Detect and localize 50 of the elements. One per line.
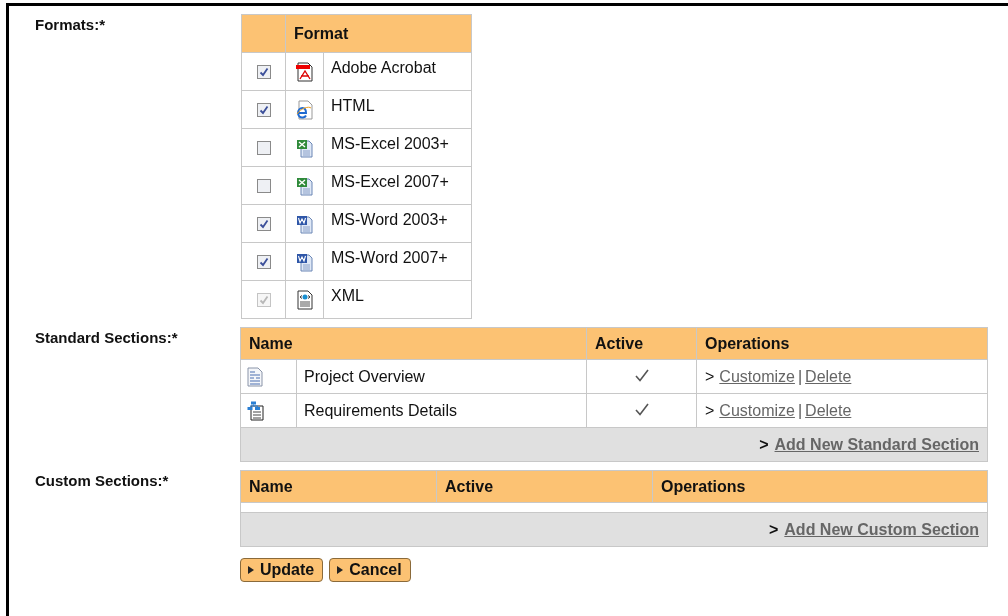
section-name: Requirements Details <box>296 393 587 428</box>
play-arrow-icon <box>248 566 254 574</box>
checkbox[interactable] <box>256 103 271 118</box>
field-label: Custom Sections:* <box>34 471 170 491</box>
field-label: Standard Sections:* <box>34 328 179 348</box>
link-separator: | <box>797 401 803 419</box>
link-prefix: > <box>759 435 769 454</box>
format-name: MS-Excel 2007+ <box>323 166 472 205</box>
checkbox[interactable] <box>256 141 271 156</box>
document-icon <box>247 366 263 387</box>
delete-link[interactable]: Delete <box>805 367 852 385</box>
diagram-document-icon <box>247 400 265 421</box>
checkbox[interactable] <box>256 65 271 80</box>
column-header: Active <box>586 327 697 360</box>
format-name: MS-Word 2007+ <box>323 242 472 281</box>
link-prefix: > <box>705 367 715 385</box>
link-separator: | <box>797 367 803 385</box>
customize-link[interactable]: Customize <box>719 401 795 419</box>
format-name: MS-Word 2003+ <box>323 204 472 243</box>
word-file-icon <box>295 251 314 272</box>
link-prefix: > <box>705 401 715 419</box>
format-name: XML <box>323 280 472 319</box>
checkbox[interactable] <box>256 255 271 270</box>
spreadsheet-file-icon <box>295 175 314 196</box>
checkbox[interactable] <box>256 179 271 194</box>
form-button[interactable]: Cancel <box>329 558 411 582</box>
field-label: Formats:* <box>34 15 106 35</box>
column-header: Format <box>285 14 472 53</box>
column-header: Name <box>240 470 437 503</box>
column-header: Name <box>240 327 587 360</box>
checkbox[interactable] <box>256 217 271 232</box>
delete-link[interactable]: Delete <box>805 401 852 419</box>
play-arrow-icon <box>337 566 344 574</box>
format-name: HTML <box>323 90 472 129</box>
browser-document-icon <box>295 99 314 120</box>
format-name: MS-Excel 2003+ <box>323 128 472 167</box>
column-header: Operations <box>652 470 988 503</box>
link-prefix: > <box>768 520 779 539</box>
customize-link[interactable]: Customize <box>719 367 795 385</box>
section-name: Project Overview <box>296 359 587 394</box>
xml-file-icon <box>295 289 314 310</box>
add-section-link[interactable]: Add New Standard Section <box>774 435 979 454</box>
format-name: Adobe Acrobat <box>323 52 472 91</box>
add-section-link[interactable]: Add New Custom Section <box>784 520 979 539</box>
column-header: Operations <box>696 327 988 360</box>
form-button[interactable]: Update <box>240 558 324 582</box>
pdf-file-icon <box>295 61 314 82</box>
column-header: Active <box>436 470 653 503</box>
word-file-icon <box>295 213 314 234</box>
spreadsheet-file-icon <box>295 137 314 158</box>
